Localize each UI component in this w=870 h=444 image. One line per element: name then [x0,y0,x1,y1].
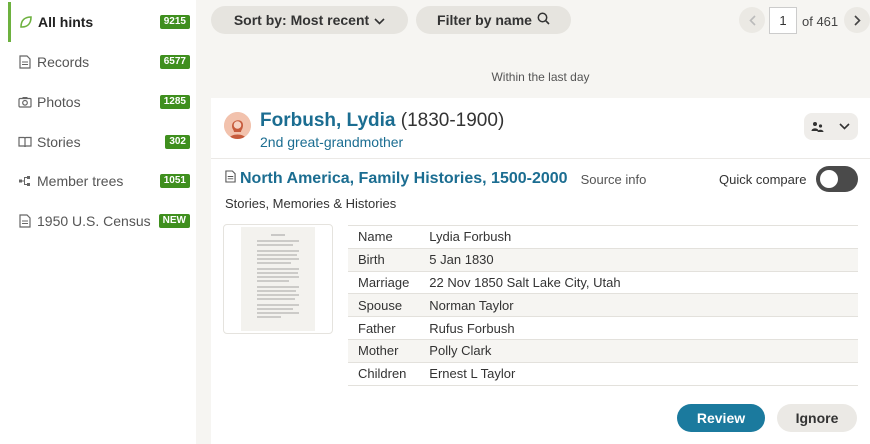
filter-by-name-button[interactable]: Filter by name [416,6,571,34]
leaf-icon [19,15,33,29]
table-row: Mother Polly Clark [348,338,858,363]
sidebar-item-1950-census[interactable]: 1950 U.S. Census NEW [8,201,190,241]
field-value: Rufus Forbush [419,316,858,340]
field-label: Mother [348,338,420,363]
record-thumbnail[interactable] [223,224,333,334]
sidebar-item-label: Records [37,54,90,70]
sidebar-item-photos[interactable]: Photos 1285 [8,82,190,122]
collection-name: Stories, Memories & Histories [225,196,397,211]
person-name-text: Forbush, Lydia [260,110,396,131]
chevron-left-icon [748,14,756,26]
family-icon[interactable] [804,113,831,140]
record-details-table: Name Lydia Forbush Birth 5 Jan 1830 Marria… [348,225,858,386]
field-value: Polly Clark [419,338,858,363]
table-row: Name Lydia Forbush [348,225,858,249]
field-label: Birth [348,247,420,272]
source-info-link[interactable]: Source info [581,172,647,187]
hint-card: Forbush, Lydia (1830-1900) 2nd great-gra… [211,98,870,444]
book-icon [18,135,32,149]
record-title-row: North America, Family Histories, 1500-20… [225,170,646,188]
relationship-link[interactable]: 2nd great-grandmother [260,134,403,150]
field-value: Ernest L Taylor [419,361,858,386]
next-page-button[interactable] [844,7,870,33]
document-page-image [241,227,315,331]
toggle-knob [820,170,838,188]
sidebar-item-label: All hints [38,14,94,30]
sidebar-item-member-trees[interactable]: Member trees 1051 [8,161,190,201]
person-silhouette-icon [224,112,251,139]
camera-icon [18,95,32,109]
page-total: of 461 [802,14,839,29]
field-label: Marriage [348,270,420,294]
count-badge: 1051 [159,174,190,188]
chevron-down-icon [374,12,385,28]
quick-compare-toggle[interactable] [816,166,858,192]
sidebar-item-label: 1950 U.S. Census [37,213,151,229]
avatar[interactable] [224,112,251,139]
quick-compare-label: Quick compare [719,172,807,187]
chevron-right-icon [853,14,861,26]
document-icon [18,55,32,69]
sort-label: Sort by: Most recent [233,12,370,28]
field-value: Lydia Forbush [419,225,858,249]
sidebar-item-label: Photos [37,94,81,110]
sidebar-item-label: Stories [37,134,81,150]
sidebar-item-records[interactable]: Records 6577 [8,42,190,82]
ignore-button[interactable]: Ignore [777,404,857,432]
record-title-link[interactable]: North America, Family Histories, 1500-20… [240,170,568,188]
field-label: Name [348,225,420,249]
previous-page-button[interactable] [739,7,765,33]
table-row: Children Ernest L Taylor [348,361,858,386]
table-row: Spouse Norman Taylor [348,293,858,317]
document-icon [225,170,236,188]
field-label: Father [348,316,420,340]
document-icon [18,214,32,228]
review-button[interactable]: Review [677,404,765,432]
filter-label: Filter by name [437,12,532,28]
count-badge: 1285 [159,95,190,109]
count-badge: 302 [165,135,190,149]
sort-button[interactable]: Sort by: Most recent [211,6,408,34]
field-value: Norman Taylor [419,293,858,317]
sidebar-item-stories[interactable]: Stories 302 [8,122,190,162]
tree-icon [18,174,32,188]
field-label: Children [348,361,420,386]
chevron-down-icon[interactable] [831,113,858,140]
date-group-label: Within the last day [491,70,590,84]
person-name[interactable]: Forbush, Lydia (1830-1900) [260,110,504,132]
divider [211,158,870,159]
count-badge: 9215 [159,15,190,29]
search-icon [537,12,550,28]
field-label: Spouse [348,293,420,317]
page-number-input[interactable] [769,7,797,34]
person-options-button[interactable] [804,113,858,140]
table-row: Marriage 22 Nov 1850 Salt Lake City, Utah [348,270,858,294]
hints-sidebar: All hints 9215 Records 6577 Photos 1285 … [0,0,196,444]
person-years: (1830-1900) [400,110,505,131]
sidebar-item-all-hints[interactable]: All hints 9215 [8,2,190,42]
field-value: 5 Jan 1830 [419,247,858,272]
count-badge: 6577 [159,55,190,69]
new-badge: NEW [158,214,190,228]
table-row: Father Rufus Forbush [348,316,858,340]
table-row: Birth 5 Jan 1830 [348,247,858,272]
sidebar-item-label: Member trees [37,173,124,189]
field-value: 22 Nov 1850 Salt Lake City, Utah [419,270,858,294]
